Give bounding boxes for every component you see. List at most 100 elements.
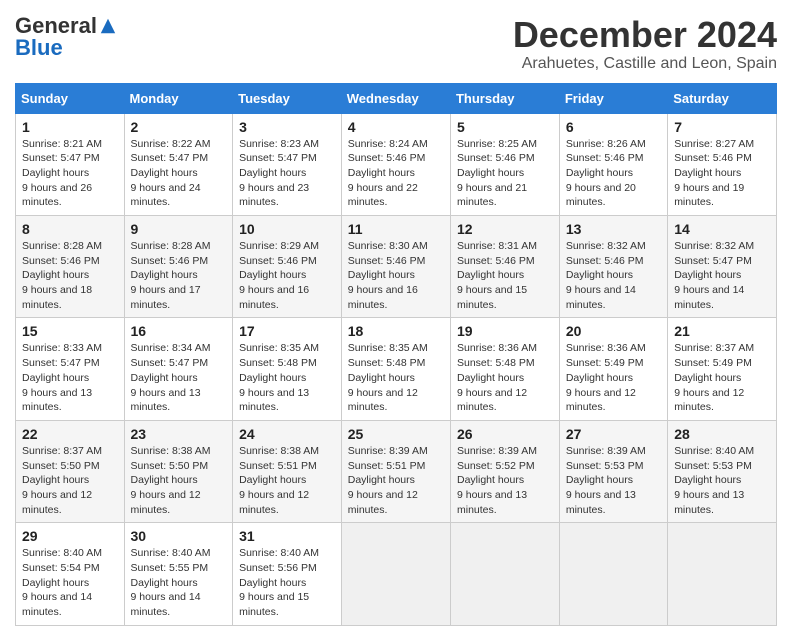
calendar-day-cell: 21 Sunrise: 8:37 AMSunset: 5:49 PMDayligh… (668, 318, 777, 420)
day-info: Sunrise: 8:31 AMSunset: 5:46 PMDaylight … (457, 239, 553, 312)
day-number: 4 (348, 119, 444, 135)
day-info: Sunrise: 8:25 AMSunset: 5:46 PMDaylight … (457, 137, 553, 210)
day-info: Sunrise: 8:40 AMSunset: 5:54 PMDaylight … (22, 546, 118, 619)
day-number: 19 (457, 323, 553, 339)
day-info: Sunrise: 8:36 AMSunset: 5:48 PMDaylight … (457, 341, 553, 414)
weekday-header-saturday: Saturday (668, 83, 777, 113)
day-number: 26 (457, 426, 553, 442)
day-number: 3 (239, 119, 335, 135)
calendar-day-cell: 20 Sunrise: 8:36 AMSunset: 5:49 PMDayligh… (559, 318, 667, 420)
day-info: Sunrise: 8:32 AMSunset: 5:46 PMDaylight … (566, 239, 661, 312)
day-number: 15 (22, 323, 118, 339)
calendar-day-cell (668, 523, 777, 625)
calendar-day-cell: 24 Sunrise: 8:38 AMSunset: 5:51 PMDayligh… (233, 420, 342, 522)
day-info: Sunrise: 8:23 AMSunset: 5:47 PMDaylight … (239, 137, 335, 210)
calendar-day-cell: 5Sunrise: 8:25 AMSunset: 5:46 PMDaylight… (450, 113, 559, 215)
day-info: Sunrise: 8:29 AMSunset: 5:46 PMDaylight … (239, 239, 335, 312)
day-info: Sunrise: 8:40 AMSunset: 5:56 PMDaylight … (239, 546, 335, 619)
day-number: 25 (348, 426, 444, 442)
calendar-day-cell: 8Sunrise: 8:28 AMSunset: 5:46 PMDaylight… (16, 216, 125, 318)
calendar-week-row: 1Sunrise: 8:21 AMSunset: 5:47 PMDaylight… (16, 113, 777, 215)
calendar-day-cell (341, 523, 450, 625)
day-info: Sunrise: 8:35 AMSunset: 5:48 PMDaylight … (348, 341, 444, 414)
day-info: Sunrise: 8:24 AMSunset: 5:46 PMDaylight … (348, 137, 444, 210)
day-number: 24 (239, 426, 335, 442)
day-number: 2 (131, 119, 227, 135)
calendar-day-cell: 13Sunrise: 8:32 AMSunset: 5:46 PMDayligh… (559, 216, 667, 318)
calendar-day-cell: 1Sunrise: 8:21 AMSunset: 5:47 PMDaylight… (16, 113, 125, 215)
calendar-day-cell: 29Sunrise: 8:40 AMSunset: 5:54 PMDayligh… (16, 523, 125, 625)
calendar-day-cell: 3 Sunrise: 8:23 AMSunset: 5:47 PMDaylight… (233, 113, 342, 215)
day-info: Sunrise: 8:36 AMSunset: 5:49 PMDaylight … (566, 341, 661, 414)
calendar-week-row: 15Sunrise: 8:33 AMSunset: 5:47 PMDayligh… (16, 318, 777, 420)
day-info: Sunrise: 8:26 AMSunset: 5:46 PMDaylight … (566, 137, 661, 210)
calendar-day-cell: 4 Sunrise: 8:24 AMSunset: 5:46 PMDaylight… (341, 113, 450, 215)
day-number: 6 (566, 119, 661, 135)
day-info: Sunrise: 8:34 AMSunset: 5:47 PMDaylight … (131, 341, 227, 414)
day-number: 23 (131, 426, 227, 442)
calendar-day-cell: 7 Sunrise: 8:27 AMSunset: 5:46 PMDaylight… (668, 113, 777, 215)
calendar-week-row: 29Sunrise: 8:40 AMSunset: 5:54 PMDayligh… (16, 523, 777, 625)
day-number: 31 (239, 528, 335, 544)
location-title: Arahuetes, Castille and Leon, Spain (513, 55, 777, 73)
calendar-day-cell: 12 Sunrise: 8:31 AMSunset: 5:46 PMDayligh… (450, 216, 559, 318)
day-info: Sunrise: 8:39 AMSunset: 5:53 PMDaylight … (566, 444, 661, 517)
calendar-day-cell: 6 Sunrise: 8:26 AMSunset: 5:46 PMDaylight… (559, 113, 667, 215)
calendar-day-cell: 18Sunrise: 8:35 AMSunset: 5:48 PMDayligh… (341, 318, 450, 420)
calendar-day-cell (450, 523, 559, 625)
calendar-day-cell: 30 Sunrise: 8:40 AMSunset: 5:55 PMDayligh… (124, 523, 233, 625)
weekday-header-monday: Monday (124, 83, 233, 113)
day-number: 7 (674, 119, 770, 135)
day-number: 17 (239, 323, 335, 339)
calendar-day-cell: 25 Sunrise: 8:39 AMSunset: 5:51 PMDayligh… (341, 420, 450, 522)
day-number: 20 (566, 323, 661, 339)
weekday-header-thursday: Thursday (450, 83, 559, 113)
logo-general-text: General (15, 15, 97, 37)
calendar-week-row: 22Sunrise: 8:37 AMSunset: 5:50 PMDayligh… (16, 420, 777, 522)
calendar-day-cell: 11 Sunrise: 8:30 AMSunset: 5:46 PMDayligh… (341, 216, 450, 318)
calendar-day-cell: 10 Sunrise: 8:29 AMSunset: 5:46 PMDayligh… (233, 216, 342, 318)
day-number: 10 (239, 221, 335, 237)
day-number: 27 (566, 426, 661, 442)
weekday-header-row: SundayMondayTuesdayWednesdayThursdayFrid… (16, 83, 777, 113)
day-info: Sunrise: 8:28 AMSunset: 5:46 PMDaylight … (131, 239, 227, 312)
header: General Blue December 2024 Arahuetes, Ca… (15, 15, 777, 73)
day-number: 30 (131, 528, 227, 544)
day-info: Sunrise: 8:22 AMSunset: 5:47 PMDaylight … (131, 137, 227, 210)
weekday-header-tuesday: Tuesday (233, 83, 342, 113)
day-number: 22 (22, 426, 118, 442)
day-info: Sunrise: 8:39 AMSunset: 5:51 PMDaylight … (348, 444, 444, 517)
day-info: Sunrise: 8:39 AMSunset: 5:52 PMDaylight … (457, 444, 553, 517)
day-number: 21 (674, 323, 770, 339)
calendar-day-cell: 31 Sunrise: 8:40 AMSunset: 5:56 PMDayligh… (233, 523, 342, 625)
calendar-day-cell: 17 Sunrise: 8:35 AMSunset: 5:48 PMDayligh… (233, 318, 342, 420)
day-info: Sunrise: 8:27 AMSunset: 5:46 PMDaylight … (674, 137, 770, 210)
calendar-day-cell (559, 523, 667, 625)
title-area: December 2024 Arahuetes, Castille and Le… (513, 15, 777, 73)
calendar-day-cell: 14Sunrise: 8:32 AMSunset: 5:47 PMDayligh… (668, 216, 777, 318)
month-title: December 2024 (513, 15, 777, 55)
day-info: Sunrise: 8:28 AMSunset: 5:46 PMDaylight … (22, 239, 118, 312)
calendar-day-cell: 23Sunrise: 8:38 AMSunset: 5:50 PMDayligh… (124, 420, 233, 522)
day-info: Sunrise: 8:40 AMSunset: 5:55 PMDaylight … (131, 546, 227, 619)
calendar-day-cell: 16 Sunrise: 8:34 AMSunset: 5:47 PMDayligh… (124, 318, 233, 420)
calendar-day-cell: 22Sunrise: 8:37 AMSunset: 5:50 PMDayligh… (16, 420, 125, 522)
day-info: Sunrise: 8:30 AMSunset: 5:46 PMDaylight … (348, 239, 444, 312)
day-info: Sunrise: 8:38 AMSunset: 5:51 PMDaylight … (239, 444, 335, 517)
logo: General Blue (15, 15, 117, 59)
day-number: 16 (131, 323, 227, 339)
calendar-day-cell: 28Sunrise: 8:40 AMSunset: 5:53 PMDayligh… (668, 420, 777, 522)
calendar-day-cell: 27 Sunrise: 8:39 AMSunset: 5:53 PMDayligh… (559, 420, 667, 522)
day-number: 9 (131, 221, 227, 237)
day-info: Sunrise: 8:32 AMSunset: 5:47 PMDaylight … (674, 239, 770, 312)
day-number: 11 (348, 221, 444, 237)
calendar-day-cell: 26 Sunrise: 8:39 AMSunset: 5:52 PMDayligh… (450, 420, 559, 522)
day-number: 28 (674, 426, 770, 442)
calendar-day-cell: 19 Sunrise: 8:36 AMSunset: 5:48 PMDayligh… (450, 318, 559, 420)
day-info: Sunrise: 8:35 AMSunset: 5:48 PMDaylight … (239, 341, 335, 414)
calendar-table: SundayMondayTuesdayWednesdayThursdayFrid… (15, 83, 777, 626)
day-info: Sunrise: 8:37 AMSunset: 5:49 PMDaylight … (674, 341, 770, 414)
day-number: 12 (457, 221, 553, 237)
logo-triangle-icon (99, 17, 117, 35)
calendar-day-cell: 2 Sunrise: 8:22 AMSunset: 5:47 PMDaylight… (124, 113, 233, 215)
